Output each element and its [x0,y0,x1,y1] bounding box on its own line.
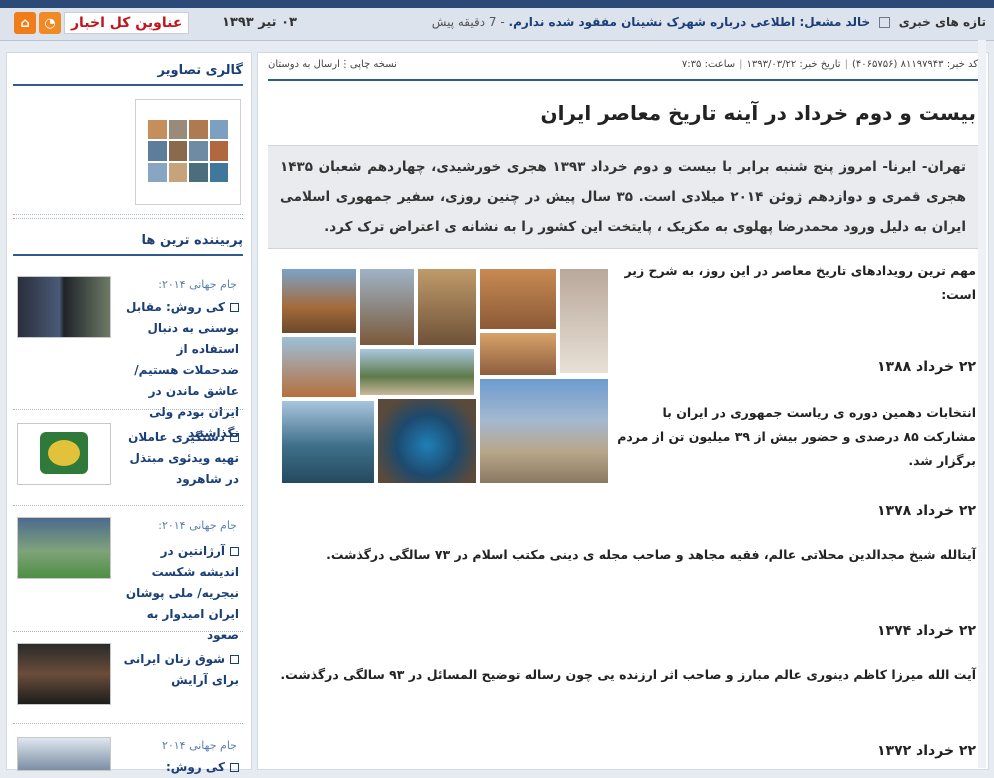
top-bar: ⌂ ◔ عناوین کل اخبار ۰۳ تیر ۱۳۹۳ تازه های… [0,8,994,41]
page-scrollbar[interactable] [978,40,986,768]
item-divider [13,409,243,410]
gallery-dotted-divider [13,214,243,215]
list-item[interactable]: جام جهانی ۲۰۱۴: کی روش: مقابل بوسنی به د… [13,275,245,440]
news-title-text: دستگیری عاملان تهیه ویدئوی مبتذل در شاهر… [128,430,239,486]
news-thumbnail[interactable] [17,737,111,771]
news-ticker: تازه های خبری خالد مشعل: اطلاعی درباره ش… [432,15,986,29]
gallery-title[interactable]: گالری تصاویر [158,63,243,78]
news-title-text: شوق زنان ایرانی برای آرایش [123,652,239,687]
news-thumbnail[interactable] [17,643,111,705]
item-divider [13,631,243,632]
gallery-dotted-divider-2 [13,218,243,219]
event-date: ۲۲ خرداد ۱۳۷۲ [877,743,976,759]
article-collage-image [280,267,610,485]
event-date: ۲۲ خرداد ۱۳۷۴ [877,623,976,639]
event-date: ۲۲ خرداد ۱۳۷۸ [877,503,976,519]
news-thumbnail[interactable] [17,517,111,579]
top-strip [0,0,994,8]
news-title-link[interactable]: دستگیری عاملان تهیه ویدئوی مبتذل در شاهر… [121,427,239,490]
event-date: ۲۲ خرداد ۱۳۸۸ [877,359,976,375]
article-meta: کد خبر: ۸۱۱۹۷۹۴۳ (۴۰۶۵۷۵۶)|تاریخ خبر: ۱۳… [681,59,978,70]
popular-divider [13,254,243,256]
article: کد خبر: ۸۱۱۹۷۹۴۳ (۴۰۶۵۷۵۶)|تاریخ خبر: ۱۳… [257,52,989,770]
article-divider [268,79,978,81]
ticker-label: تازه های خبری [898,15,986,29]
article-headline: بیست و دوم خرداد در آینه تاریخ معاصر ایر… [540,101,977,125]
today-date: ۰۳ تیر ۱۳۹۳ [222,15,297,30]
brand: ⌂ ◔ عناوین کل اخبار [14,10,190,36]
site-title-button[interactable]: عناوین کل اخبار [64,12,190,34]
article-lead: تهران- ایرنا- امروز پنج شنبه برابر با بی… [268,145,978,249]
gallery-thumbnail[interactable] [135,99,241,205]
send-to-friends-link[interactable]: ارسال به دوستان [268,59,340,70]
item-divider [13,723,243,724]
list-item[interactable]: دستگیری عاملان تهیه ویدئوی مبتذل در شاهر… [13,421,245,501]
ticker-item-link[interactable]: خالد مشعل: اطلاعی درباره شهرک نشینان مفق… [509,15,871,29]
item-divider [13,505,243,506]
gallery-divider [13,84,243,86]
home-icon[interactable]: ⌂ [14,12,36,34]
event-text: آیت الله میرزا کاظم دینوری عالم مبارز و … [280,667,976,682]
article-intro: مهم ترین رویدادهای تاریخ معاصر در این رو… [624,263,976,302]
list-item[interactable]: شوق زنان ایرانی برای آرایش [13,641,245,713]
list-item[interactable]: جام جهانی ۲۰۱۴ کی روش: [13,733,245,774]
gallery-collage [148,120,228,182]
ticker-item-time: - 7 دقیقه پیش [431,15,505,29]
news-date: تاریخ خبر: ۱۳۹۳/۰۳/۲۲ [746,59,841,70]
news-title-text: کی روش: [165,760,225,774]
print-link[interactable]: نسخه چاپی [350,59,397,70]
bullet-icon [230,303,239,312]
news-title-text: کی روش: مقابل بوسنی به دنبال استفاده از … [126,300,239,440]
emblem-center [48,440,80,466]
news-thumbnail[interactable] [17,276,111,338]
sidebar: گالری تصاویر پربیننده ترین ها جام جهانی … [6,52,252,774]
ticker-bullet-icon [878,17,890,28]
news-code: کد خبر: ۸۱۱۹۷۹۴۳ (۴۰۶۵۷۵۶) [851,59,978,70]
news-category: جام جهانی ۲۰۱۴ [161,739,237,752]
news-time: ساعت: ۷:۳۵ [681,59,736,70]
news-category: جام جهانی ۲۰۱۴: [158,519,237,532]
bullet-icon [230,433,239,442]
event-text: انتخابات دهمین دوره ی ریاست جمهوری در ای… [617,405,976,468]
news-thumbnail[interactable] [17,423,111,485]
article-tools: نسخه چاپی⋮ارسال به دوستان [268,59,397,70]
news-title-text: آرژانتین در اندیشه شکست نیجریه/ ملی پوشا… [125,544,239,642]
popular-title: پربیننده ترین ها [141,233,243,248]
bullet-icon [230,655,239,664]
bullet-icon [230,547,239,556]
event-text: آیتالله شیخ مجدالدین محلاتی عالم، فقیه م… [326,547,976,562]
news-title-link[interactable]: شوق زنان ایرانی برای آرایش [121,649,239,691]
rss-icon[interactable]: ◔ [39,12,61,34]
news-category: جام جهانی ۲۰۱۴: [158,278,237,291]
list-item[interactable]: جام جهانی ۲۰۱۴: آرژانتین در اندیشه شکست … [13,515,245,642]
